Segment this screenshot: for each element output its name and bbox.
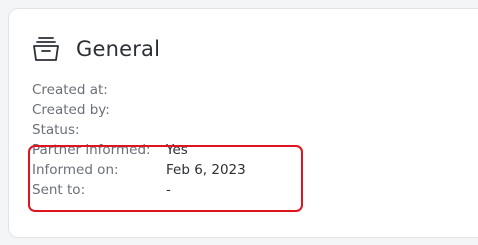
field-value: Feb 6, 2023: [166, 162, 246, 178]
field-label: Informed on:: [32, 162, 119, 178]
field-label: Created at:: [32, 82, 108, 98]
archive-box-icon: [31, 34, 61, 64]
field-label: Status:: [32, 122, 80, 138]
field-value: Yes: [166, 142, 188, 158]
section-header: General: [31, 34, 160, 64]
section-title: General: [76, 37, 161, 61]
field-value: -: [166, 182, 171, 198]
field-label: Sent to:: [32, 182, 86, 198]
field-label: Created by:: [32, 102, 110, 118]
field-label: Partner informed:: [32, 142, 151, 158]
